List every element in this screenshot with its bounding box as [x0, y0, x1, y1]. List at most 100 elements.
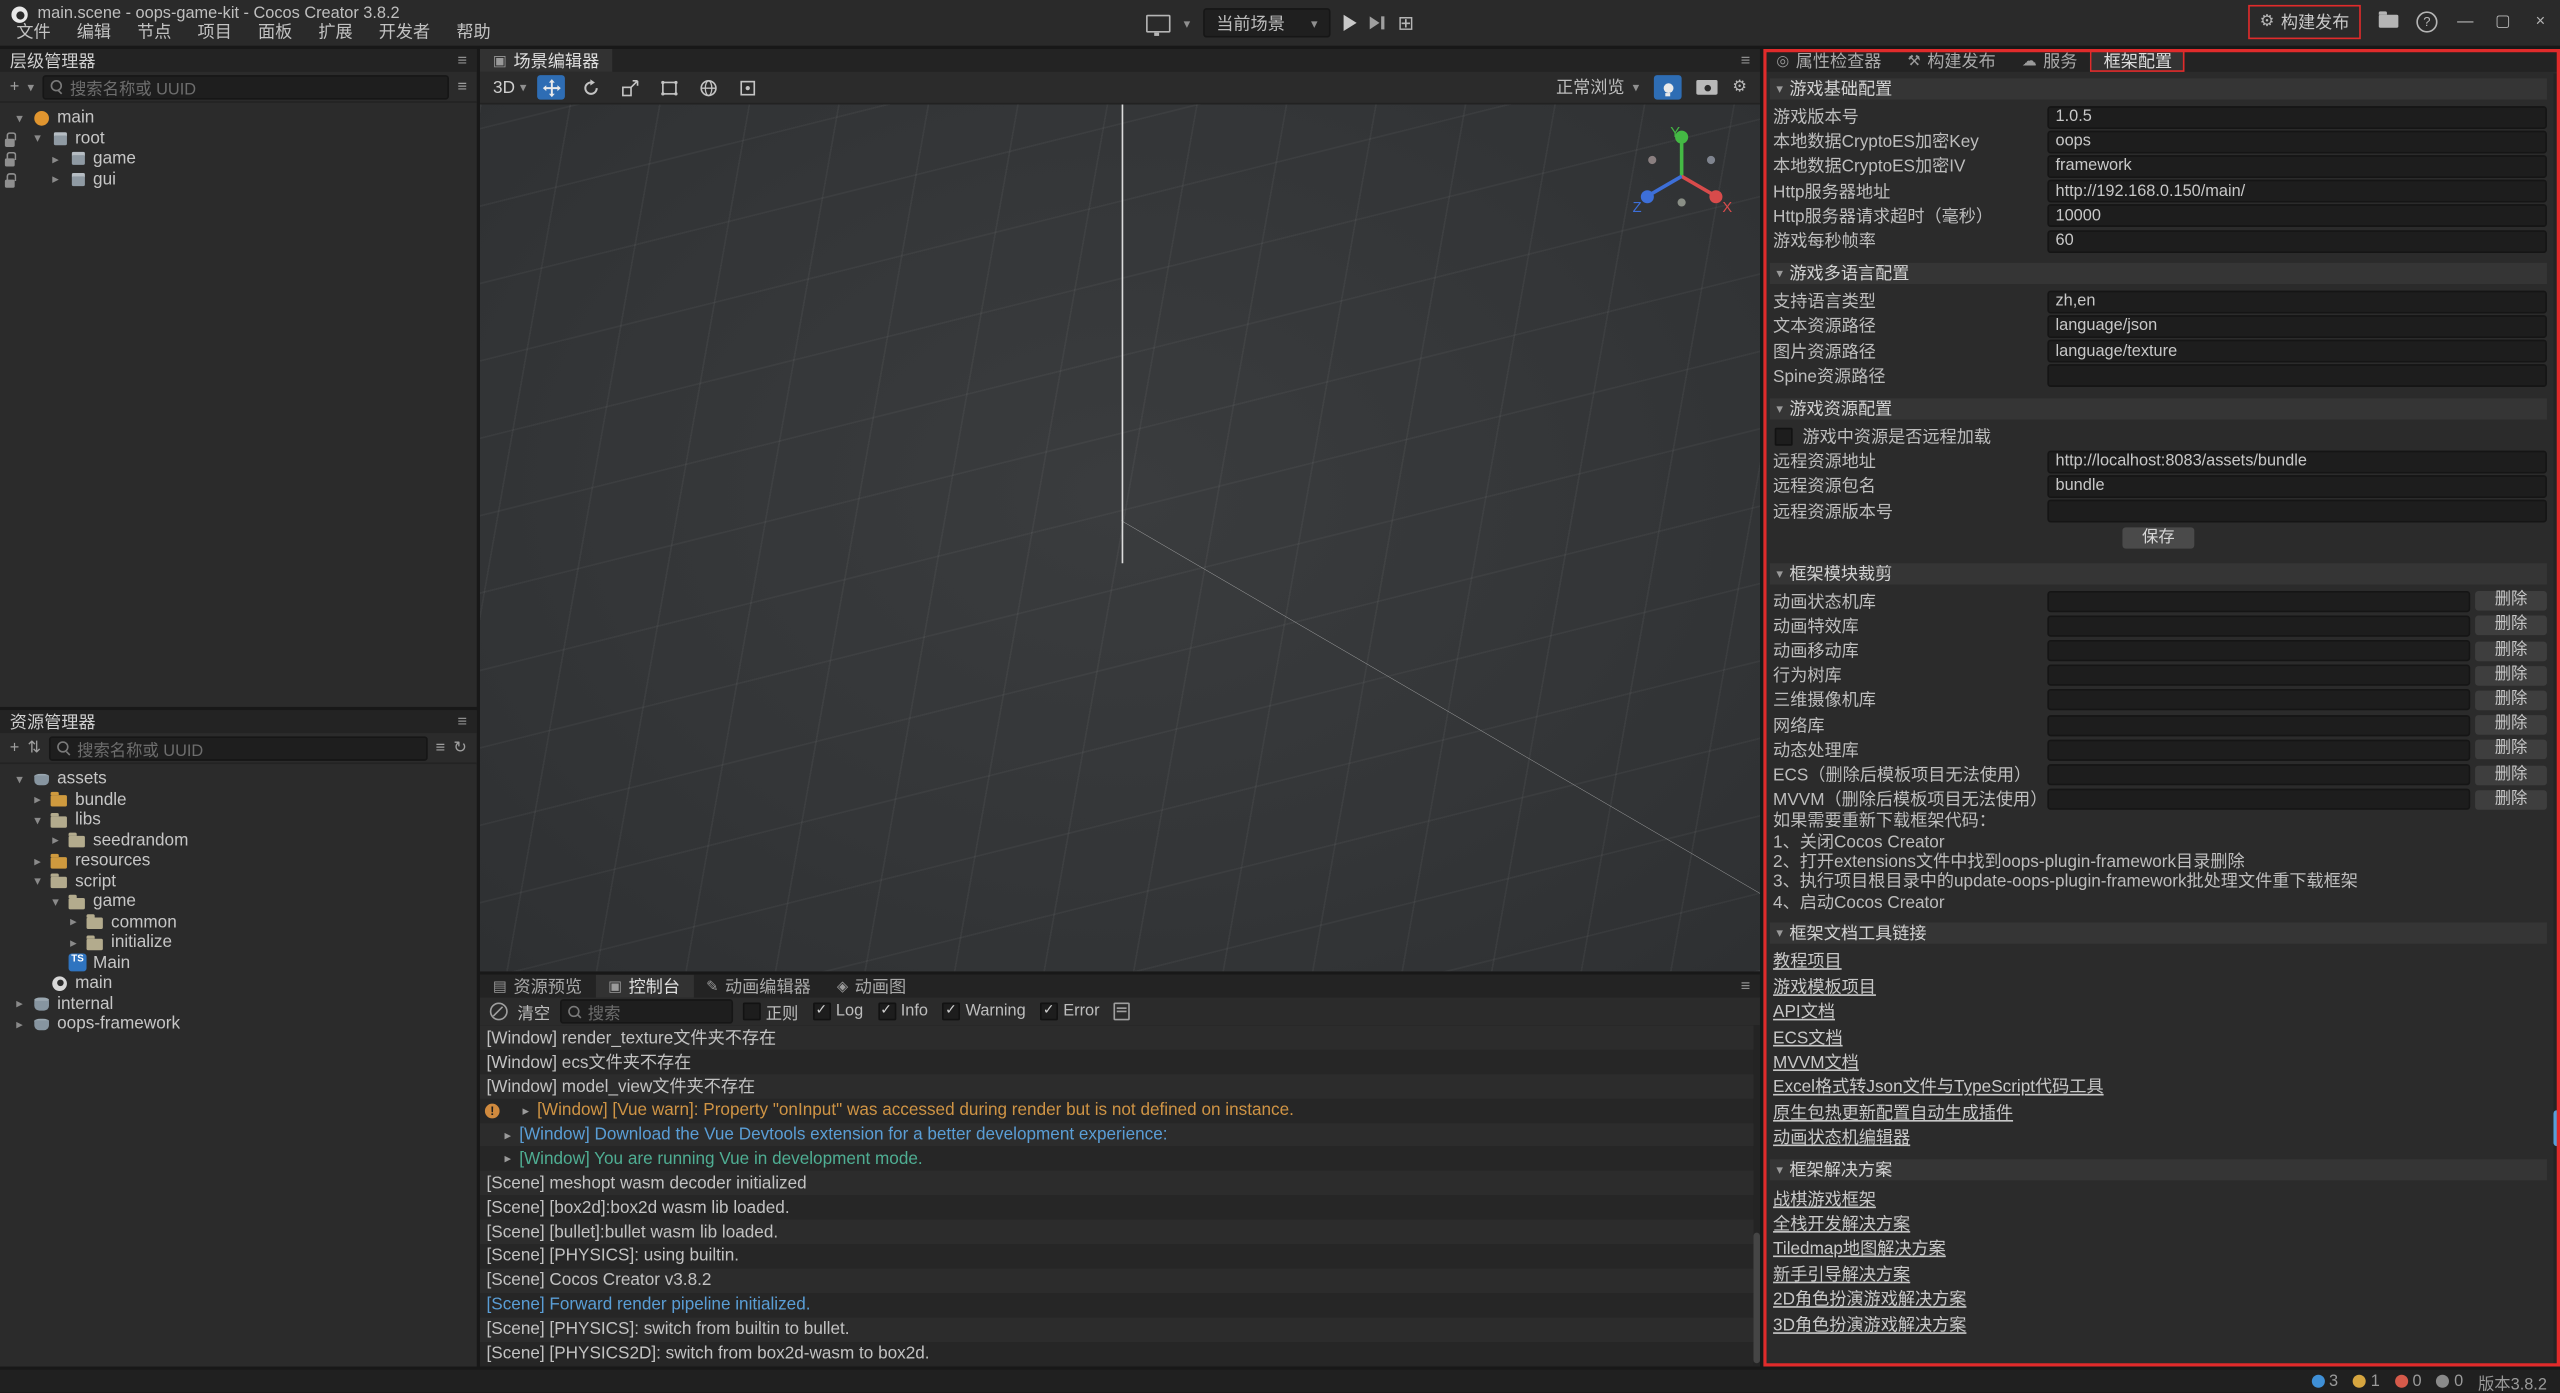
module-delete-button[interactable]: 删除 [2475, 641, 2547, 661]
tree-chevron-icon[interactable]: ▾ [31, 813, 44, 828]
world-space-toggle-icon[interactable] [695, 75, 723, 99]
checkbox-icon[interactable] [813, 1002, 831, 1020]
console-filter-error[interactable]: Error [1040, 1002, 1099, 1020]
lighting-toggle-button[interactable] [1654, 75, 1682, 99]
console-log-row[interactable]: [Window] model_view文件夹不存在 [480, 1074, 1760, 1098]
field-input[interactable] [2047, 290, 2547, 313]
doc-link[interactable]: Excel格式转Json文件与TypeScript代码工具 [1773, 1075, 2104, 1099]
section-header[interactable]: ▾游戏多语言配置 [1770, 263, 2547, 284]
help-icon[interactable]: ? [2416, 11, 2437, 32]
expand-chevron-icon[interactable]: ▸ [504, 1152, 511, 1167]
refresh-icon[interactable]: ↻ [453, 739, 467, 757]
module-delete-button[interactable]: 删除 [2475, 591, 2547, 611]
pivot-toggle-icon[interactable] [734, 75, 762, 99]
section-header[interactable]: ▾框架模块裁剪 [1770, 563, 2547, 584]
tree-chevron-icon[interactable]: ▸ [13, 996, 26, 1011]
field-input[interactable] [2047, 180, 2547, 203]
status-counter-info[interactable]: 3 [2311, 1372, 2338, 1390]
tree-row[interactable]: ▾script [0, 871, 477, 891]
tree-row[interactable]: ▸initialize [0, 932, 477, 952]
minimize-button[interactable]: — [2456, 12, 2476, 30]
tree-chevron-icon[interactable]: ▸ [49, 833, 62, 848]
scene-viewport[interactable]: Y X Z [480, 104, 1760, 971]
field-input[interactable] [2047, 205, 2547, 228]
axis-gizmo[interactable]: Y X Z [1629, 121, 1733, 225]
regex-toggle[interactable]: 正则 [743, 999, 799, 1023]
tree-chevron-icon[interactable]: ▾ [13, 111, 26, 126]
console-scrollbar[interactable] [1753, 1025, 1760, 1366]
console-filter-log[interactable]: Log [813, 1002, 863, 1020]
status-counter-error[interactable]: 0 [2394, 1372, 2421, 1390]
tree-chevron-icon[interactable]: ▸ [31, 792, 44, 807]
console-log-row[interactable]: [Scene] [PHYSICS]: using builtin. [480, 1244, 1760, 1268]
close-button[interactable]: × [2531, 12, 2551, 30]
tree-chevron-icon[interactable]: ▸ [31, 853, 44, 868]
module-delete-button[interactable]: 删除 [2475, 740, 2547, 760]
doc-link[interactable]: 动画状态机编辑器 [1773, 1125, 1910, 1149]
console-log-row[interactable]: [Scene] [box2d]:box2d wasm lib loaded. [480, 1195, 1760, 1219]
console-log-row[interactable]: [Scene] Forward render pipeline initiali… [480, 1293, 1760, 1317]
field-input[interactable] [2047, 229, 2547, 252]
view-mode-dropdown[interactable]: 正常浏览 ▾ [1556, 75, 1639, 99]
menu-item[interactable]: 面板 [245, 21, 305, 45]
tab-资源预览[interactable]: ▤资源预览 [480, 975, 595, 998]
menu-item[interactable]: 帮助 [443, 21, 503, 45]
section-header[interactable]: ▾游戏资源配置 [1770, 398, 2547, 419]
field-input[interactable] [2047, 130, 2547, 153]
doc-link[interactable]: 新手引导解决方案 [1773, 1262, 1910, 1286]
tab-框架配置[interactable]: 框架配置 [2091, 49, 2186, 72]
scrollbar-thumb[interactable] [2553, 1110, 2560, 1146]
status-counter-warning[interactable]: 1 [2353, 1372, 2380, 1390]
field-input[interactable] [2047, 340, 2547, 363]
field-input[interactable] [2047, 500, 2547, 523]
field-input[interactable] [2047, 105, 2547, 128]
filter-icon[interactable]: ≡ [436, 739, 446, 757]
clear-console-label[interactable]: 清空 [518, 999, 551, 1023]
tree-row[interactable]: ▸oops-framework [0, 1014, 477, 1034]
tab-scene-editor[interactable]: ▣ 场景编辑器 [480, 49, 612, 72]
module-delete-button[interactable]: 删除 [2475, 691, 2547, 711]
expand-chevron-icon[interactable]: ▸ [522, 1103, 529, 1118]
save-button[interactable]: 保存 [2122, 528, 2194, 549]
lock-icon[interactable] [5, 172, 16, 187]
doc-link[interactable]: ECS文档 [1773, 1025, 1843, 1049]
panel-menu-icon[interactable]: ≡ [1741, 49, 1760, 72]
menu-item[interactable]: 扩展 [305, 21, 365, 45]
checkbox-icon[interactable] [743, 1002, 761, 1020]
tab-控制台[interactable]: ▣控制台 [595, 975, 693, 998]
camera-settings-icon[interactable] [1696, 80, 1717, 95]
console-filter-info[interactable]: Info [878, 1002, 928, 1020]
add-asset-button[interactable]: + [10, 739, 20, 757]
menu-item[interactable]: 项目 [184, 21, 244, 45]
menu-item[interactable]: 开发者 [366, 21, 444, 45]
preview-device-icon[interactable] [1146, 14, 1170, 32]
chevron-down-icon[interactable]: ▾ [1184, 16, 1191, 31]
tree-row[interactable]: ▾assets [0, 769, 477, 789]
console-log-row[interactable]: [Scene] [bullet]:bullet wasm lib loaded. [480, 1220, 1760, 1244]
tree-chevron-icon[interactable]: ▸ [49, 172, 62, 187]
field-input[interactable] [2047, 155, 2547, 178]
scrollbar-thumb[interactable] [1753, 1233, 1760, 1364]
checkbox-icon[interactable] [1040, 1002, 1058, 1020]
status-counter-notification[interactable]: 0 [2436, 1372, 2463, 1390]
checkbox-icon[interactable] [1775, 428, 1793, 446]
field-input[interactable] [2047, 450, 2547, 473]
hierarchy-search-input[interactable]: 搜索名称或 UUID [42, 74, 449, 98]
add-node-button[interactable]: + [10, 78, 20, 96]
panel-menu-icon[interactable]: ≡ [457, 51, 467, 69]
console-log-row[interactable]: [Scene] Cocos Creator v3.8.2 [480, 1268, 1760, 1292]
inspector-scrollbar[interactable] [2553, 73, 2560, 1366]
console-log-row[interactable]: [Scene] [PHYSICS]: switch from builtin t… [480, 1317, 1760, 1341]
clear-console-icon[interactable] [490, 1002, 508, 1020]
lock-icon[interactable] [5, 131, 16, 146]
tree-row[interactable]: ▸seedrandom [0, 830, 477, 850]
tree-row[interactable]: ▾main [0, 108, 477, 128]
menu-item[interactable]: 节点 [124, 21, 184, 45]
console-log-row[interactable]: !▸[Window] [Vue warn]: Property "onInput… [480, 1098, 1760, 1122]
doc-link[interactable]: Tiledmap地图解决方案 [1773, 1237, 1946, 1261]
assets-search-input[interactable]: 搜索名称或 UUID [49, 736, 427, 760]
tree-row[interactable]: ▸game [0, 149, 477, 169]
tree-row[interactable]: ▸internal [0, 993, 477, 1013]
module-delete-button[interactable]: 删除 [2475, 715, 2547, 735]
export-log-icon[interactable] [1114, 1002, 1130, 1020]
